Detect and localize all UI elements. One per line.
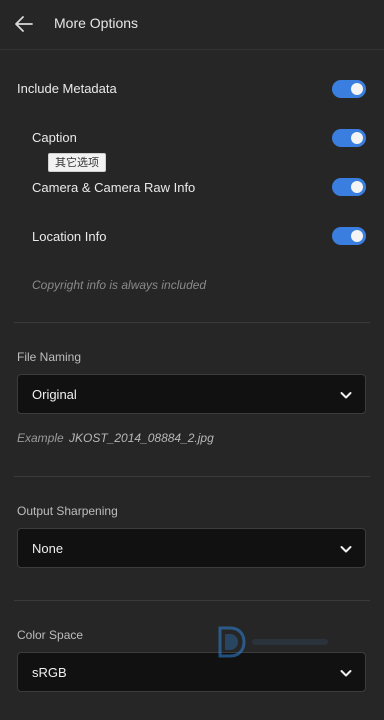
chevron-down-icon [340,392,352,399]
caption-label: Caption [32,130,77,145]
include-metadata-toggle[interactable] [332,80,366,98]
watermark-logo [218,626,328,658]
back-button[interactable] [12,12,36,36]
page-title: More Options [54,15,139,31]
more-options-screen: More Options Include Metadata Caption 其它… [0,0,384,720]
file-naming-select[interactable]: Original [17,374,366,414]
toggle-knob [351,132,363,144]
chevron-down-icon [340,546,352,553]
copyright-note: Copyright info is always included [32,278,207,292]
header-bar: More Options [0,0,384,50]
include-metadata-label: Include Metadata [17,81,117,96]
divider [14,600,370,601]
tooltip: 其它选项 [48,153,106,172]
divider [14,476,370,477]
example-label: Example [17,431,64,445]
chevron-down-icon [340,670,352,677]
caption-toggle[interactable] [332,129,366,147]
divider [14,322,370,323]
output-sharpening-label: Output Sharpening [17,504,118,518]
toggle-knob [351,230,363,242]
output-sharpening-value: None [32,541,64,556]
file-naming-label: File Naming [17,350,82,364]
toggle-knob [351,83,363,95]
location-info-label: Location Info [32,229,107,244]
output-sharpening-select[interactable]: None [17,528,366,568]
camera-info-toggle[interactable] [332,178,366,196]
example-filename: JKOST_2014_08884_2.jpg [69,431,214,445]
toggle-knob [351,181,363,193]
color-space-value: sRGB [32,665,67,680]
color-space-label: Color Space [17,628,84,642]
location-info-toggle[interactable] [332,227,366,245]
file-naming-value: Original [32,387,77,402]
camera-info-label: Camera & Camera Raw Info [32,180,196,195]
arrow-left-icon [15,16,33,32]
